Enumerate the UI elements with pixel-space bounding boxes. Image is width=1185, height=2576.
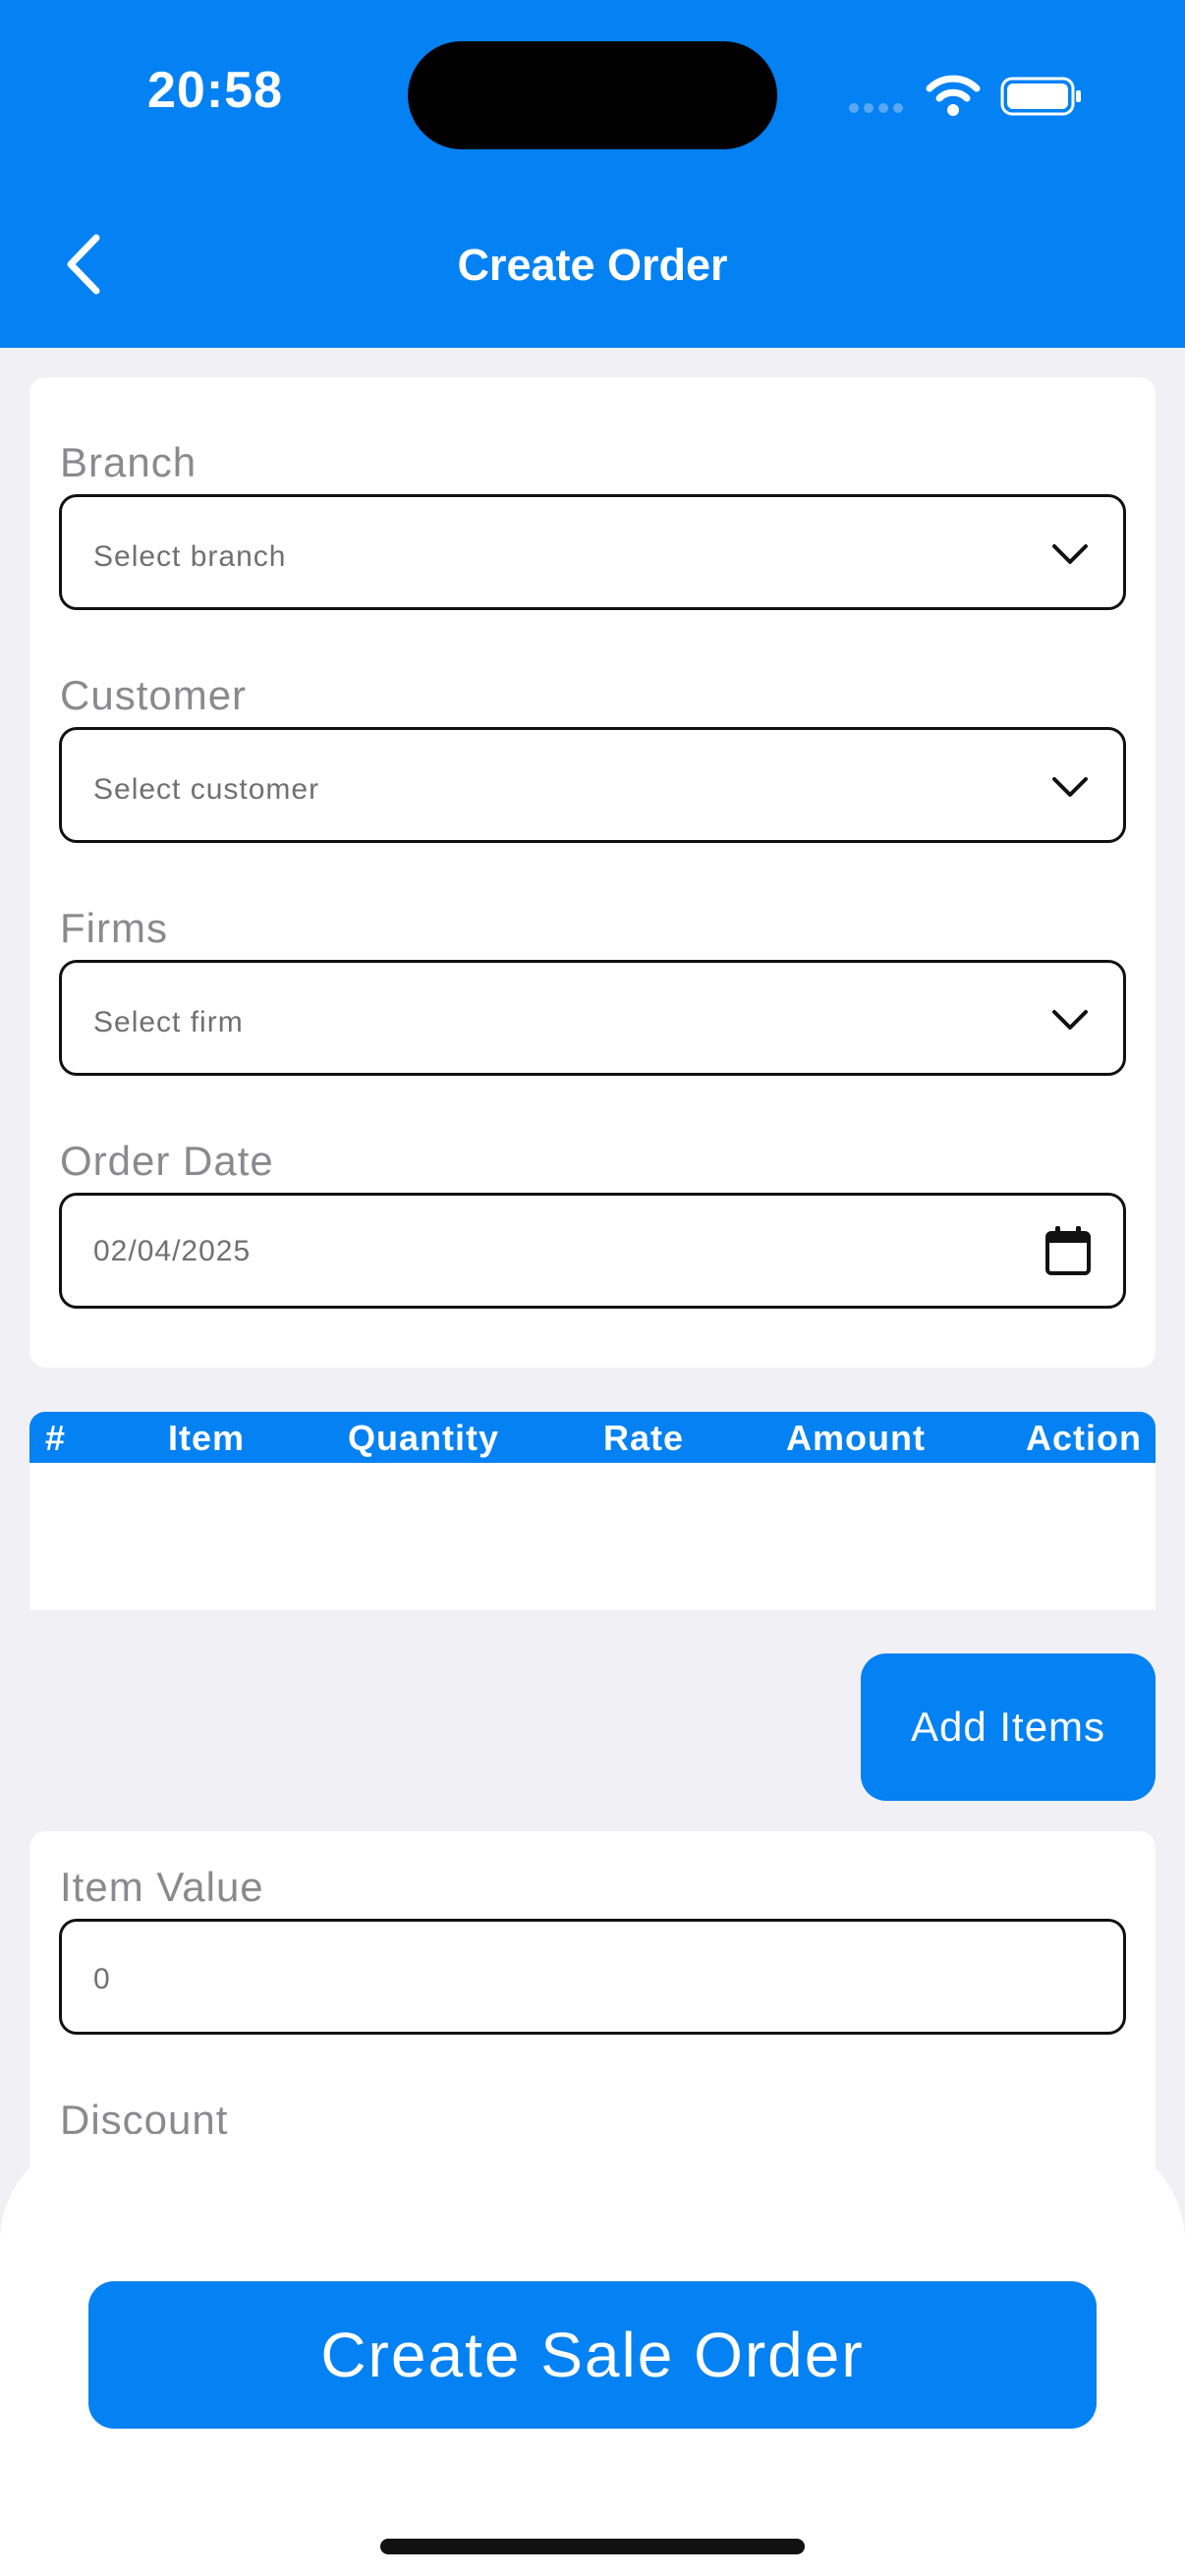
item-value-field[interactable]: 0: [59, 1919, 1126, 2035]
firms-label: Firms: [60, 905, 168, 951]
column-header-action: Action: [1026, 1418, 1142, 1458]
bottom-action-sheet: Create Sale Order: [0, 2134, 1185, 2576]
order-date-field[interactable]: 02/04/2025: [59, 1193, 1126, 1309]
items-table-header: # Item Quantity Rate Amount Action: [29, 1412, 1156, 1463]
column-header-number: #: [45, 1418, 67, 1458]
item-value-text: 0: [93, 1963, 111, 1995]
firm-select-placeholder: Select firm: [93, 1006, 244, 1038]
column-header-amount: Amount: [786, 1418, 926, 1458]
chevron-down-icon: [1052, 1010, 1088, 1030]
app-header: 20:58 Create Order: [0, 0, 1185, 348]
firm-select[interactable]: Select firm: [59, 960, 1126, 1076]
calendar-icon[interactable]: [1044, 1225, 1092, 1276]
cellular-signal-icon: [849, 103, 903, 113]
customer-select[interactable]: Select customer: [59, 727, 1126, 843]
item-value-label: Item Value: [60, 1864, 264, 1910]
branch-select[interactable]: Select branch: [59, 494, 1126, 610]
branch-label: Branch: [60, 439, 198, 485]
chevron-down-icon: [1052, 777, 1088, 797]
chevron-down-icon: [1052, 544, 1088, 564]
status-time: 20:58: [147, 62, 283, 119]
battery-icon: [1000, 77, 1081, 116]
order-date-value: 02/04/2025: [93, 1235, 252, 1267]
create-sale-order-button[interactable]: Create Sale Order: [88, 2281, 1097, 2429]
branch-select-placeholder: Select branch: [93, 540, 287, 573]
column-header-item: Item: [168, 1418, 246, 1458]
dynamic-island: [408, 41, 777, 149]
customer-select-placeholder: Select customer: [93, 773, 320, 806]
column-header-quantity: Quantity: [348, 1418, 500, 1458]
customer-label: Customer: [60, 672, 248, 718]
column-header-rate: Rate: [603, 1418, 685, 1458]
order-date-label: Order Date: [60, 1138, 274, 1184]
wifi-icon: [926, 75, 981, 116]
home-indicator: [380, 2539, 805, 2554]
page-title: Create Order: [457, 240, 728, 290]
items-table-body: [29, 1463, 1156, 1610]
add-items-button[interactable]: Add Items: [861, 1653, 1156, 1801]
